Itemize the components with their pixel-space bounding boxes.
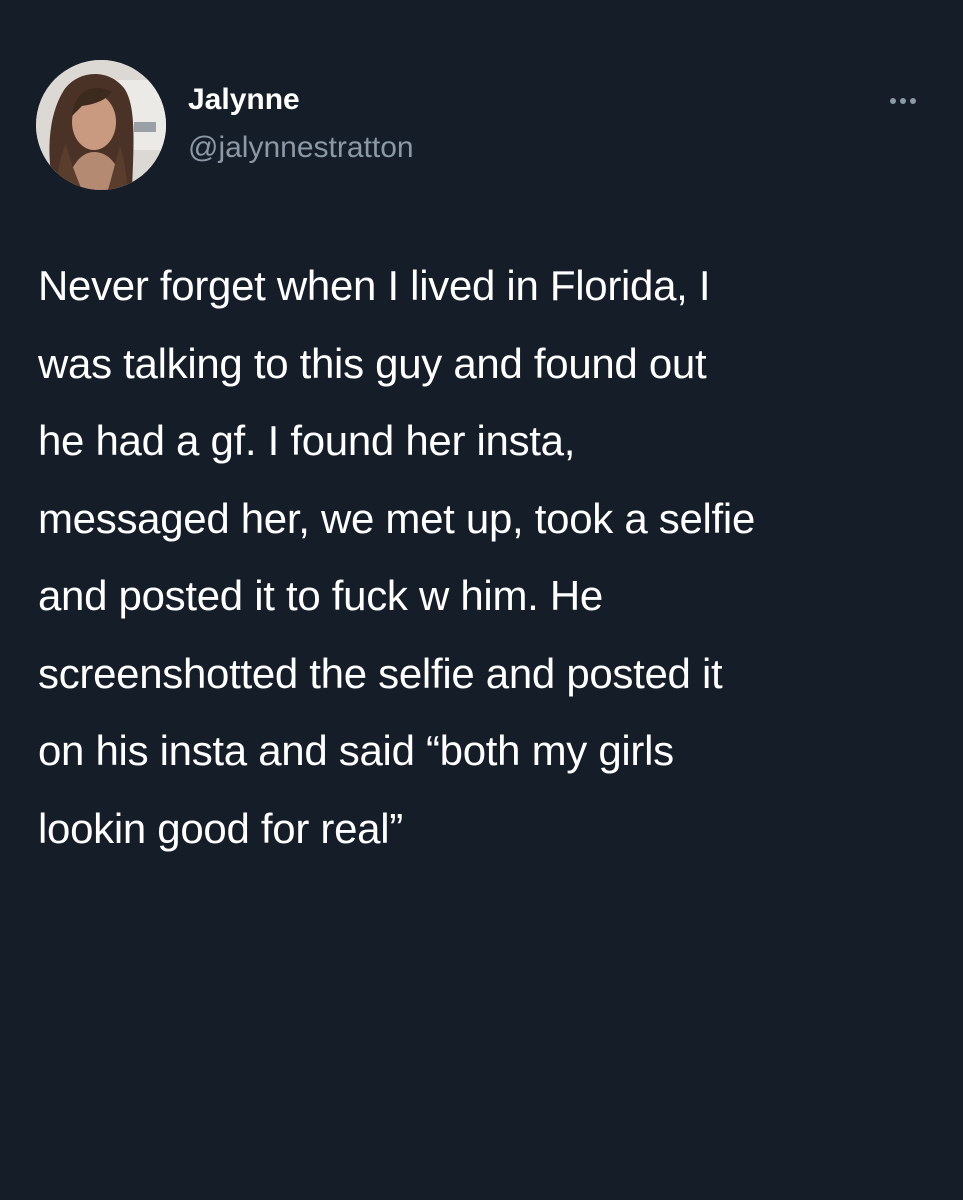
tweet-text-line: Never forget when I lived in Florida, I: [38, 262, 711, 309]
more-options-icon: [890, 98, 896, 104]
tweet-text-line: and posted it to fuck w him. He: [38, 572, 603, 619]
tweet-text: Never forget when I lived in Florida, I …: [38, 247, 938, 867]
more-options-icon: [910, 98, 916, 104]
tweet-text-line: he had a gf. I found her insta,: [38, 417, 576, 464]
tweet-text-line: screenshotted the selfie and posted it: [38, 649, 723, 697]
author-handle[interactable]: @jalynnestratton: [188, 130, 414, 166]
tweet-card: Jalynne @jalynnestratton Never forget wh…: [0, 0, 963, 1200]
author-display-name[interactable]: Jalynne: [188, 82, 300, 118]
tweet-text-line: on his insta and said “both my girls: [38, 727, 674, 774]
tweet-text-line: was talking to this guy and found out: [38, 339, 707, 387]
tweet-text-line: messaged her, we met up, took a selfie: [38, 494, 755, 542]
more-options-icon: [900, 98, 906, 104]
tweet-text-line: lookin good for real”: [38, 804, 403, 852]
avatar-photo-icon: [36, 60, 166, 190]
avatar[interactable]: [36, 60, 166, 190]
more-options-button[interactable]: [878, 86, 928, 116]
